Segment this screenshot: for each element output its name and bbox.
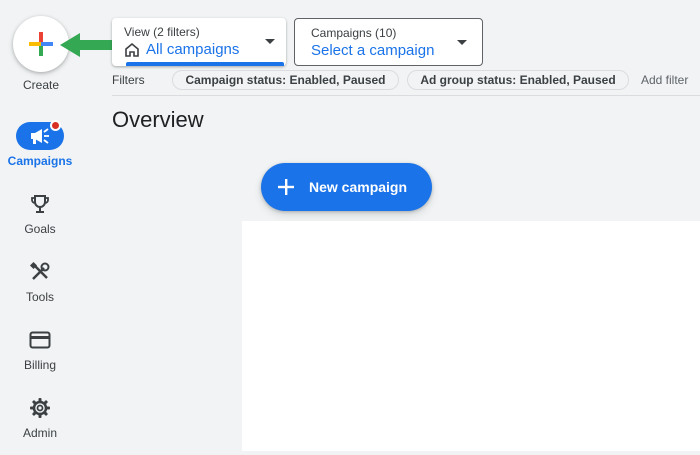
nav-item-label: Admin	[22, 426, 57, 440]
nav-item-goals[interactable]: Goals	[0, 190, 80, 236]
filter-chip-campaign-status[interactable]: Campaign status: Enabled, Paused	[172, 70, 399, 90]
credit-card-icon	[29, 331, 51, 349]
nav-item-label: Campaigns	[7, 154, 73, 168]
green-arrow-annotation-icon	[60, 33, 112, 57]
filters-label: Filters	[112, 73, 145, 87]
app-root: Create Campaigns Goals Tools Billing Adm…	[0, 0, 700, 455]
view-selector[interactable]: View (2 filters) All campaigns	[112, 18, 286, 66]
content-panel	[242, 221, 700, 451]
chevron-down-icon	[265, 39, 275, 44]
notification-dot	[50, 120, 61, 131]
filters-divider	[112, 95, 700, 96]
chevron-down-icon	[457, 40, 467, 45]
new-campaign-label: New campaign	[309, 179, 408, 195]
nav-item-admin[interactable]: Admin	[0, 394, 80, 440]
plus-colored-icon	[29, 32, 53, 56]
campaign-selector-value: Select a campaign	[311, 42, 435, 59]
nav-item-label: Goals	[24, 222, 56, 236]
gear-icon	[30, 398, 50, 418]
left-nav: Create Campaigns Goals Tools Billing Adm…	[0, 0, 112, 455]
nav-item-label: Billing	[23, 358, 56, 372]
add-filter-button[interactable]: Add filter	[641, 73, 688, 87]
view-selector-caption: View (2 filters)	[124, 25, 200, 39]
nav-item-campaigns[interactable]: Campaigns	[0, 120, 80, 168]
nav-item-tools[interactable]: Tools	[0, 258, 80, 304]
new-campaign-button[interactable]: New campaign	[261, 163, 432, 211]
campaign-selector-caption: Campaigns (10)	[311, 26, 397, 40]
nav-item-billing[interactable]: Billing	[0, 326, 80, 372]
view-selector-value: All campaigns	[146, 41, 240, 58]
plus-icon	[278, 179, 294, 195]
nav-item-label: Tools	[25, 290, 54, 304]
tools-icon	[29, 261, 50, 280]
trophy-icon	[31, 195, 49, 213]
create-label: Create	[22, 78, 60, 92]
campaign-selector[interactable]: Campaigns (10) Select a campaign	[294, 18, 483, 66]
page-title: Overview	[112, 107, 204, 132]
home-icon	[125, 42, 139, 57]
megaphone-icon	[31, 128, 49, 144]
filter-chip-ad-group-status[interactable]: Ad group status: Enabled, Paused	[407, 70, 629, 90]
active-underline	[126, 62, 284, 66]
